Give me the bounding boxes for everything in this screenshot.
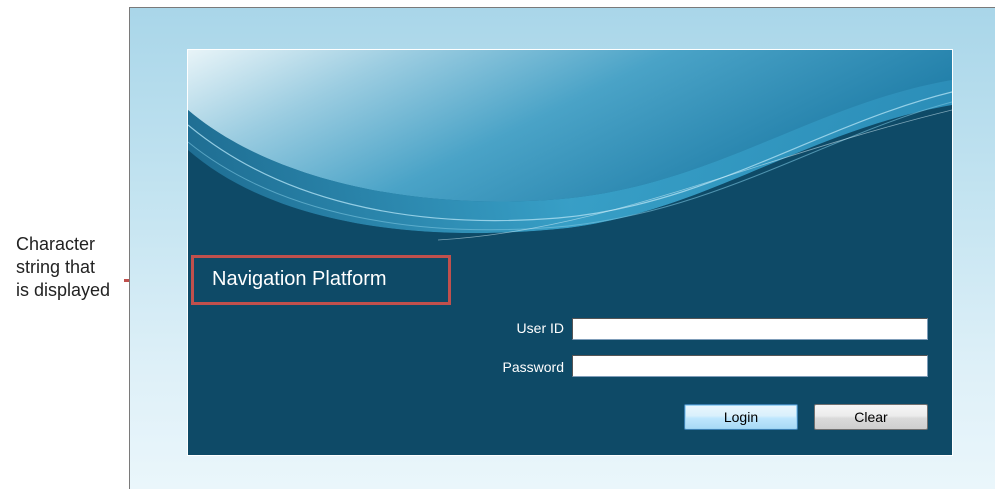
page: Character string that is displayed Navig… — [0, 0, 996, 489]
callout-line-1: Character — [16, 234, 96, 254]
login-panel: Navigation Platform User ID Password Log… — [188, 50, 952, 455]
password-input[interactable] — [572, 355, 928, 377]
clear-button[interactable]: Clear — [814, 404, 928, 430]
wave-background — [188, 50, 952, 455]
user-id-label: User ID — [516, 320, 564, 336]
callout-line-2: string that — [16, 257, 96, 277]
callout-annotation: Character string that is displayed — [16, 233, 136, 302]
callout-line-3: is displayed — [16, 280, 111, 300]
highlight-box — [191, 255, 451, 305]
login-button[interactable]: Login — [684, 404, 798, 430]
password-label: Password — [502, 359, 564, 375]
user-id-input[interactable] — [572, 318, 928, 340]
